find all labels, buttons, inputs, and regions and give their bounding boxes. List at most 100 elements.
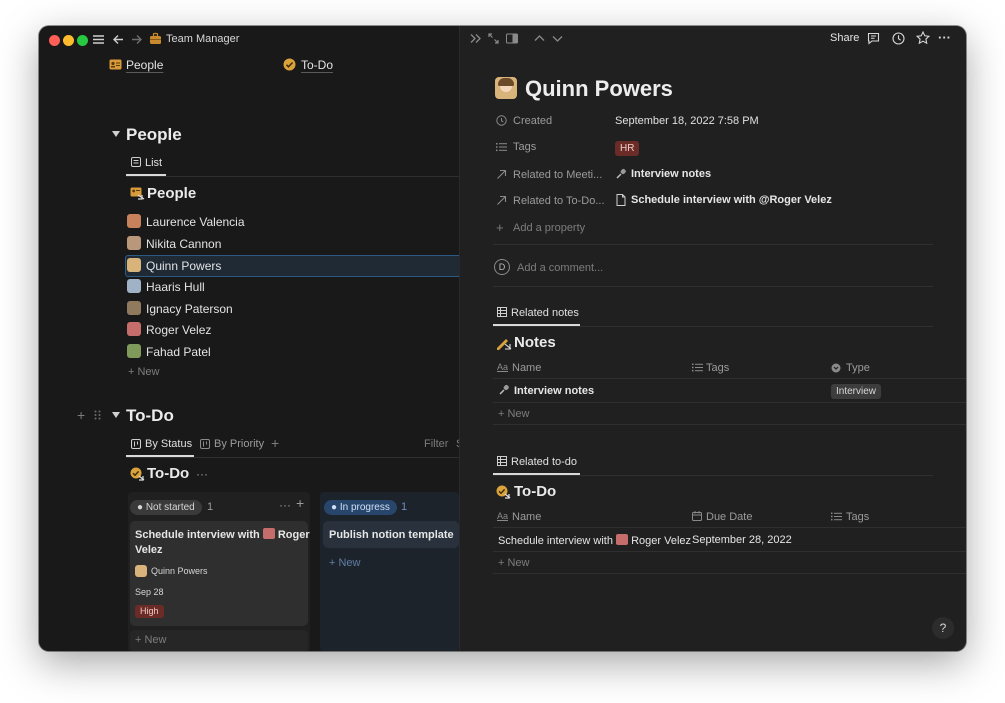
tab-list[interactable]: List [145,157,162,169]
people-toggle-icon[interactable] [112,130,120,138]
favorite-star-icon[interactable] [916,31,930,45]
history-clock-icon[interactable] [892,32,905,45]
row-divider [493,378,966,379]
list-view-icon [131,157,141,167]
column-new-button[interactable]: + New [135,634,167,646]
help-button[interactable]: ? [932,617,954,639]
more-options-icon[interactable]: ··· [938,30,951,45]
more-options-icon[interactable]: ··· [196,467,208,481]
drag-handle-icon[interactable] [94,410,101,420]
people-heading: People [126,125,182,145]
type-tag[interactable]: Interview [831,384,881,399]
todo-link[interactable]: To-Do [301,58,333,72]
list-icon [496,142,507,152]
property-label[interactable]: Created [513,115,552,127]
expand-icon[interactable] [488,33,499,44]
forward-arrow-icon[interactable] [130,33,143,46]
todo-toggle-icon[interactable] [112,411,120,419]
row-divider [493,551,966,552]
list-item[interactable]: Ignacy Paterson [146,302,233,316]
tab-divider [493,326,933,327]
list-item[interactable]: Fahad Patel [146,345,211,359]
minimize-window-button[interactable] [63,35,74,46]
todo-db-title: To-Do [147,465,189,482]
hr-tag[interactable]: HR [615,141,639,156]
property-label[interactable]: Related to To-Do... [513,195,605,207]
list-item[interactable]: Laurence Valencia [146,215,245,229]
row-divider [493,527,966,528]
document-icon [616,194,626,206]
tab-related-notes[interactable]: Related notes [511,307,579,319]
list-item[interactable]: Roger Velez [146,323,211,337]
side-peek-icon[interactable] [506,33,518,44]
column-count: 1 [207,501,213,513]
board-column-in-progress [320,492,459,651]
contact-card-icon [109,59,122,70]
board-view-icon [200,439,210,449]
card-assignee: Quinn Powers [151,566,208,576]
column-more-icon[interactable]: ··· [279,498,291,512]
chevron-down-icon[interactable] [552,33,563,44]
list-item[interactable]: Haaris Hull [146,280,205,294]
column-header[interactable]: Type [846,362,870,374]
notes-db-title: Notes [514,334,556,351]
card-date: Sep 28 [135,587,164,597]
page-avatar [495,77,517,99]
todo-db-icon [130,467,145,481]
property-label[interactable]: Related to Meeti... [513,169,602,181]
column-header[interactable]: Due Date [706,511,752,523]
table-row-name[interactable]: Interview notes [514,385,594,397]
tab-by-priority[interactable]: By Priority [214,438,264,450]
relation-link[interactable]: Interview notes [631,168,711,180]
zoom-window-button[interactable] [77,35,88,46]
column-header[interactable]: Tags [846,511,869,523]
relation-link[interactable]: Schedule interview with @Roger Velez [631,194,832,206]
todo-heading: To-Do [126,406,174,426]
status-badge[interactable]: ● Not started [130,500,202,515]
column-header[interactable]: Name [512,362,541,374]
page-title[interactable]: Quinn Powers [525,76,673,102]
column-new-button[interactable]: + New [329,557,361,569]
card-title: Schedule interview with Roger [135,528,310,541]
filter-button[interactable]: Filter [424,438,448,450]
back-arrow-icon[interactable] [112,33,125,46]
table-new-button[interactable]: + New [498,408,530,420]
page-peek-panel: Share ··· Quinn Powers Created September… [459,26,966,651]
status-badge[interactable]: ● In progress [324,500,397,515]
comment-input[interactable]: Add a comment... [517,262,603,274]
tab-related-todo[interactable]: Related to-do [511,456,577,468]
property-label[interactable]: Tags [513,141,536,153]
microphone-icon [615,168,627,180]
breadcrumb-title[interactable]: Team Manager [166,33,239,45]
board-view-icon [131,439,141,449]
row-divider [493,573,966,574]
column-header[interactable]: Name [512,511,541,523]
add-block-icon[interactable]: + [77,407,85,423]
close-window-button[interactable] [49,35,60,46]
people-db-icon [130,187,145,200]
left-pane: Team Manager People To-Do People List Pe… [39,26,459,651]
pencil-link-icon [496,336,512,350]
relation-arrow-icon [496,169,507,180]
chevron-up-icon[interactable] [534,33,545,44]
add-property-icon[interactable]: + [496,220,504,235]
todo-check-icon [283,58,296,71]
table-new-button[interactable]: + New [498,557,530,569]
menu-icon[interactable] [92,33,105,46]
list-item[interactable]: Quinn Powers [146,259,221,273]
divider [493,286,933,287]
people-new-button[interactable]: + New [128,366,160,378]
column-add-icon[interactable]: + [296,495,304,511]
table-row-name[interactable]: Schedule interview with Roger Velez [498,534,691,547]
people-link[interactable]: People [126,58,163,72]
table-icon [497,307,507,317]
add-property-button[interactable]: Add a property [513,222,585,234]
column-header[interactable]: Tags [706,362,729,374]
share-button[interactable]: Share [830,32,859,44]
close-peek-icon[interactable] [470,33,482,44]
tab-by-status[interactable]: By Status [145,438,192,450]
comments-icon[interactable] [867,32,880,45]
table-icon [497,456,507,466]
add-view-icon[interactable]: + [271,435,279,451]
list-item[interactable]: Nikita Cannon [146,237,221,251]
